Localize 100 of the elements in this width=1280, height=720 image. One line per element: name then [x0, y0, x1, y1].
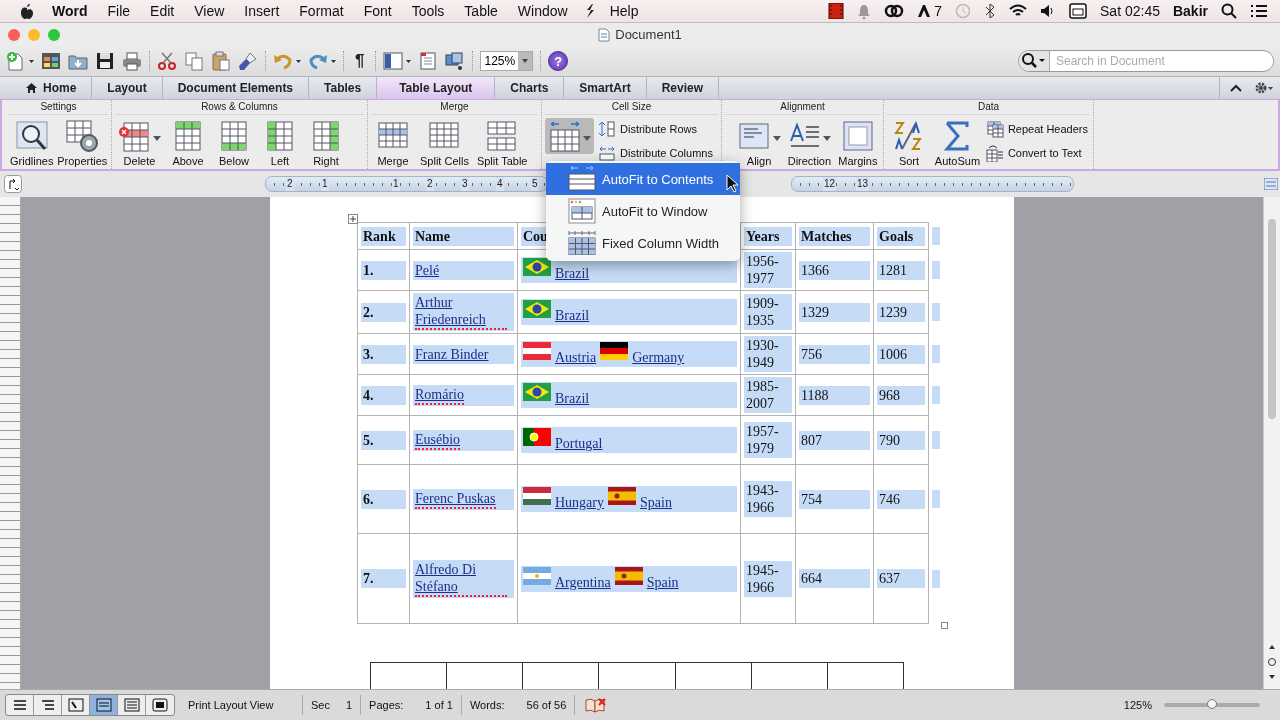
flag-icon — [523, 258, 551, 276]
print-icon[interactable] — [122, 51, 142, 71]
flag-icon — [523, 428, 551, 446]
lines-icon — [11, 698, 28, 712]
move-handle-icon[interactable] — [348, 214, 358, 224]
ribbon-button[interactable]: Margins — [835, 118, 880, 168]
rank-text: 4. — [361, 385, 406, 405]
reading-icon[interactable] — [418, 51, 439, 71]
country-link[interactable]: Austria — [555, 349, 597, 366]
menu-item[interactable]: Tools — [401, 3, 455, 19]
country-link[interactable]: Spain — [640, 494, 672, 511]
goals-text: 1239 — [877, 302, 925, 322]
ribbon-button[interactable]: Delete — [115, 118, 164, 168]
group-title: Rows & Columns — [115, 100, 364, 115]
menu-item[interactable]: Font — [353, 3, 402, 19]
country-link[interactable]: Brazil — [555, 265, 590, 282]
app-menu[interactable]: Word — [42, 3, 98, 19]
menu-item[interactable]: Window — [507, 3, 578, 19]
horizontal-ruler[interactable]: 2 1 1 2 3 4 5 — [265, 176, 548, 192]
ribbon-button[interactable]: Convert to Text — [983, 144, 1090, 162]
settings-icon[interactable] — [1254, 81, 1274, 95]
ribbon-button[interactable]: Direction — [785, 118, 834, 168]
close-button[interactable] — [8, 28, 20, 41]
country-link[interactable]: Brazil — [555, 307, 590, 324]
view-switcher[interactable] — [5, 694, 175, 716]
country-link[interactable]: Brazil — [555, 390, 590, 407]
menu-item[interactable]: File — [97, 3, 141, 19]
grid-magnifier-icon — [14, 119, 49, 153]
ribbon-tab[interactable]: Table Layout — [377, 77, 496, 99]
apple-icon[interactable] — [20, 3, 34, 19]
resize-handle[interactable] — [941, 622, 948, 629]
menu-item[interactable]: Format — [289, 3, 354, 19]
badge-count: 7 — [934, 3, 943, 19]
search-field[interactable]: Search in Document — [1018, 50, 1274, 72]
ribbon-button[interactable]: Below — [212, 118, 256, 168]
brush-icon[interactable] — [238, 51, 258, 71]
country-link[interactable]: Spain — [646, 573, 679, 591]
row-end-marker — [932, 431, 940, 449]
wifi-icon[interactable] — [1009, 4, 1028, 18]
search-icon[interactable] — [1221, 3, 1237, 19]
rings-icon[interactable] — [884, 4, 905, 18]
media-icon[interactable] — [445, 51, 466, 71]
spellcheck-book-icon[interactable] — [585, 697, 608, 713]
ribbon-button[interactable]: Repeat Headers — [983, 120, 1090, 138]
slider-thumb[interactable] — [1207, 699, 1217, 709]
copy-icon[interactable] — [184, 51, 204, 71]
zoom-dropdown[interactable]: 125% — [480, 51, 534, 71]
ribbon-button[interactable]: AutoSum — [933, 118, 982, 168]
ribbon-button[interactable]: Split Cells — [417, 118, 472, 168]
clock-text[interactable]: Sat 02:45 — [1100, 3, 1160, 19]
ribbon-button[interactable]: Right — [304, 118, 348, 168]
tab-stop-icon[interactable] — [4, 175, 22, 193]
row-end-marker — [932, 303, 940, 321]
ribbon-button[interactable]: Left — [258, 118, 302, 168]
page-icon — [95, 698, 112, 712]
paste-icon[interactable] — [211, 51, 231, 71]
rank-text: 7. — [361, 569, 406, 588]
search-icon[interactable] — [1019, 51, 1050, 71]
sidebar-icon[interactable] — [383, 51, 412, 71]
ribbon-button[interactable]: Distribute Columns — [596, 144, 715, 162]
scissors-icon[interactable] — [157, 51, 177, 71]
save-icon[interactable] — [95, 51, 115, 71]
ribbon-button[interactable]: Gridlines — [9, 118, 55, 168]
ribbon-button[interactable]: Merge — [371, 118, 415, 168]
matches-text: 754 — [799, 489, 870, 509]
matches-text: 756 — [799, 344, 870, 364]
collapse-icon[interactable] — [1230, 83, 1242, 93]
menu-item[interactable]: Table — [454, 3, 508, 19]
scroll-thumb[interactable] — [1268, 219, 1276, 419]
menu-item[interactable]: AutoFit to Window — [546, 195, 740, 227]
horizontal-ruler[interactable]: 12 13 — [791, 176, 1074, 192]
menu-item[interactable]: AutoFit to Contents — [546, 163, 740, 195]
menu-item[interactable]: View — [184, 3, 235, 19]
ribbon-button[interactable]: Split Table — [473, 118, 531, 168]
help-button[interactable]: ? — [548, 51, 569, 71]
menu-item[interactable]: Insert — [234, 3, 290, 19]
menu-item[interactable]: Edit — [140, 3, 185, 19]
ribbon-button[interactable]: Properties — [56, 118, 108, 168]
fullscreen-icon — [152, 698, 168, 712]
bluetooth-icon[interactable] — [984, 3, 997, 19]
ribbon-button[interactable]: Sort — [887, 118, 931, 168]
country-link[interactable]: Argentina — [555, 573, 611, 591]
new-document-icon[interactable] — [6, 51, 34, 71]
country-link[interactable]: Hungary — [555, 494, 604, 511]
country-link[interactable]: Germany — [632, 349, 685, 366]
ribbon-button[interactable]: Above — [166, 118, 210, 168]
years-text: 1945-1966 — [744, 560, 792, 597]
menu-item[interactable]: Help — [599, 3, 649, 19]
triangle-icon[interactable] — [917, 4, 932, 18]
list-icon[interactable] — [1250, 4, 1268, 18]
pilcrow-button[interactable]: ¶ — [351, 51, 369, 71]
ribbon-button[interactable] — [545, 118, 594, 154]
film-icon[interactable] — [828, 3, 845, 19]
gallery-icon[interactable] — [41, 51, 61, 71]
user-name[interactable]: Bakir — [1172, 3, 1208, 19]
rank-text: 2. — [361, 302, 406, 322]
rank-text: 5. — [361, 430, 406, 450]
country-link[interactable]: Portugal — [555, 435, 603, 452]
keyboard-icon[interactable] — [1069, 3, 1088, 19]
ribbon-button[interactable]: Distribute Rows — [596, 120, 715, 138]
